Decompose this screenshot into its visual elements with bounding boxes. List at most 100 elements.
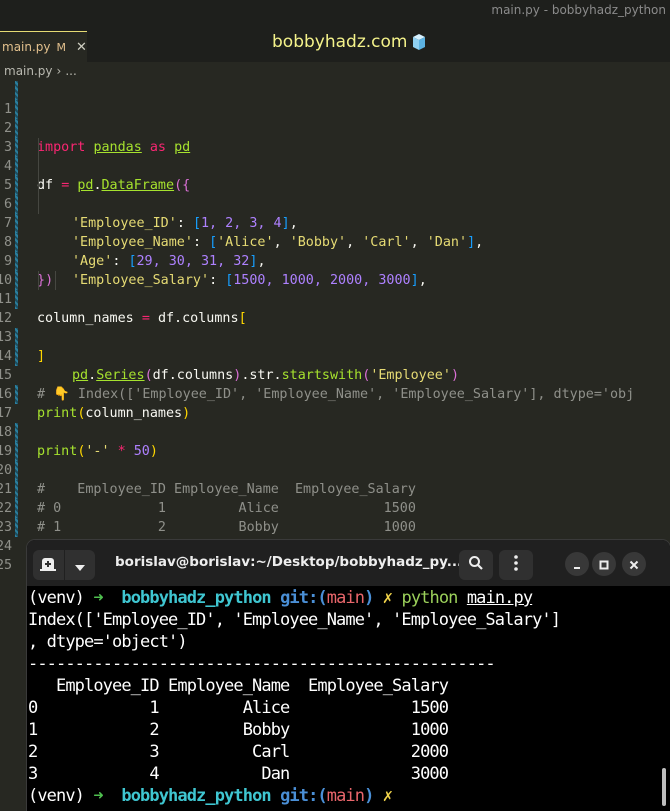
code-line: 6 'Age': [29, 30, 31, 32], — [0, 176, 670, 269]
git-modified-marker — [15, 461, 18, 480]
git-modified-marker — [15, 423, 18, 442]
output-line: 3 4 Dan 3000 — [28, 764, 449, 784]
git-modified-marker — [15, 347, 18, 366]
code-line: 13 — [0, 309, 670, 345]
minimize-icon — [572, 555, 582, 574]
terminal-output[interactable]: (venv) ➜ bobbyhadz_python git:(main) ✗ p… — [27, 587, 670, 807]
output-line: 1 2 Bobby 1000 — [28, 720, 449, 740]
tab-menu-button[interactable] — [65, 550, 96, 580]
close-button[interactable] — [622, 552, 646, 576]
tab-bar: main.py M ✕ bobbyhadz.com — [0, 24, 670, 62]
maximize-icon — [599, 555, 609, 574]
brand-text: bobbyhadz.com — [272, 32, 408, 52]
terminal-header: borislav@borislav:~/Desktop/bobbyhadz_py… — [27, 540, 670, 586]
brand-watermark: bobbyhadz.com — [272, 32, 427, 52]
ice-cube-icon — [411, 33, 427, 51]
output-line: Index(['Employee_ID', 'Employee_Name', '… — [28, 610, 561, 630]
code-line: 23 # 3 4 Dan 3000 — [0, 499, 670, 573]
git-modified-marker — [15, 290, 18, 309]
minimize-button[interactable] — [565, 552, 589, 576]
code-line: 15 print(column_names) — [0, 347, 670, 421]
maximize-button[interactable] — [592, 552, 616, 576]
output-line: Employee_ID Employee_Name Employee_Salar… — [28, 676, 449, 696]
chevron-right-icon: › — [56, 64, 62, 78]
code-line: 3 df = pd.DataFrame({ — [0, 119, 670, 193]
code-line: 16 — [0, 366, 670, 402]
new-tab-icon — [40, 556, 57, 575]
code-editor[interactable]: 1 import pandas as pd 2 3 df = pd.DataFr… — [0, 81, 670, 592]
kebab-menu-icon — [514, 555, 518, 575]
breadcrumb-file[interactable]: main.py — [4, 64, 53, 78]
git-modified-marker — [15, 271, 18, 290]
close-icon — [629, 555, 639, 574]
git-modified-marker — [15, 195, 18, 214]
search-icon — [468, 555, 484, 575]
code-line: 12 ] — [0, 290, 670, 364]
prompt-arrow-icon: ➜ — [93, 588, 103, 608]
new-tab-button[interactable] — [33, 550, 65, 580]
dirty-indicator-icon: ✗ — [382, 588, 393, 608]
chevron-down-icon — [74, 556, 85, 575]
dirty-indicator-icon: ✗ — [382, 786, 393, 806]
output-line: ----------------------------------------… — [28, 654, 496, 674]
breadcrumb-symbols[interactable]: ... — [65, 64, 76, 78]
modified-badge: M — [56, 40, 67, 54]
code-line: 4 'Employee_ID': [1, 2, 3, 4], — [0, 138, 670, 231]
git-modified-marker — [15, 252, 18, 271]
code-line: 24 print(df[column_names]) — [0, 518, 670, 592]
git-modified-marker — [15, 176, 18, 195]
git-modified-marker — [15, 518, 18, 537]
code-line: 18 — [0, 404, 670, 440]
git-modified-marker — [15, 214, 18, 233]
git-modified-marker — [15, 480, 18, 499]
current-directory: bobbyhadz_python — [121, 786, 271, 806]
git-modified-marker — [15, 499, 18, 518]
git-modified-marker — [15, 442, 18, 461]
menu-button[interactable] — [499, 550, 533, 580]
tab-main-py[interactable]: main.py M ✕ — [0, 31, 87, 62]
terminal-window[interactable]: borislav@borislav:~/Desktop/bobbyhadz_py… — [27, 540, 670, 811]
window-title: main.py - bobbyhadz_python — [491, 3, 666, 17]
code-line: 8 }) — [0, 214, 670, 288]
tab-label: main.py — [2, 40, 51, 54]
terminal-title: borislav@borislav:~/Desktop/bobbyhadz_py… — [115, 554, 463, 570]
terminal-scrollbar[interactable] — [662, 768, 666, 806]
prompt-line: (venv) ➜ bobbyhadz_python git:(main) ✗ p… — [27, 587, 670, 609]
code-line: 21 # 1 2 Bobby 1000 — [0, 461, 670, 535]
code-line: 7 'Employee_Salary': [1500, 1000, 2000, … — [0, 195, 670, 288]
git-label: git:( — [280, 588, 328, 608]
git-modified-marker — [15, 157, 18, 176]
output-line: , dtype='object') — [28, 632, 188, 652]
git-branch: main — [326, 786, 365, 806]
git-modified-marker — [15, 385, 18, 404]
git-modified-marker — [15, 233, 18, 252]
search-button[interactable] — [459, 550, 493, 580]
code-line: 9 — [0, 233, 670, 269]
code-line: 5 'Employee_Name': ['Alice', 'Bobby', 'C… — [0, 157, 670, 250]
code-line: 2 — [0, 100, 670, 136]
venv-indicator: (venv) — [28, 588, 85, 608]
code-line: 20 # 0 1 Alice 1500 — [0, 442, 670, 516]
output-line: 0 1 Alice 1500 — [28, 698, 449, 718]
git-label-close: ) — [364, 786, 374, 806]
code-line: 22 # 2 3 Carl 2000 — [0, 480, 670, 554]
prompt-line: (venv) ➜ bobbyhadz_python git:(main) ✗ — [27, 785, 670, 807]
venv-indicator: (venv) — [28, 786, 85, 806]
code-line: 19 # Employee_ID Employee_Name Employee_… — [0, 423, 670, 497]
command: python — [401, 588, 458, 608]
close-icon[interactable]: ✕ — [76, 40, 87, 55]
git-modified-marker — [15, 81, 18, 100]
prompt-arrow-icon: ➜ — [93, 786, 103, 806]
code-line: 14 # 👇 Index(['Employee_ID', 'Employee_N… — [0, 328, 670, 402]
code-line: 10 column_names = df.columns[ — [0, 252, 670, 326]
git-label: git:( — [280, 786, 328, 806]
git-modified-marker — [15, 138, 18, 157]
git-branch: main — [326, 588, 365, 608]
git-modified-marker — [15, 119, 18, 138]
title-bar: main.py - bobbyhadz_python — [0, 0, 670, 24]
git-label-close: ) — [364, 588, 374, 608]
code-line: 1 import pandas as pd — [0, 81, 670, 155]
code-line: 11 pd.Series(df.columns).str.startswith(… — [0, 271, 670, 383]
git-modified-marker — [15, 328, 18, 347]
line-number: 25 — [0, 558, 13, 573]
